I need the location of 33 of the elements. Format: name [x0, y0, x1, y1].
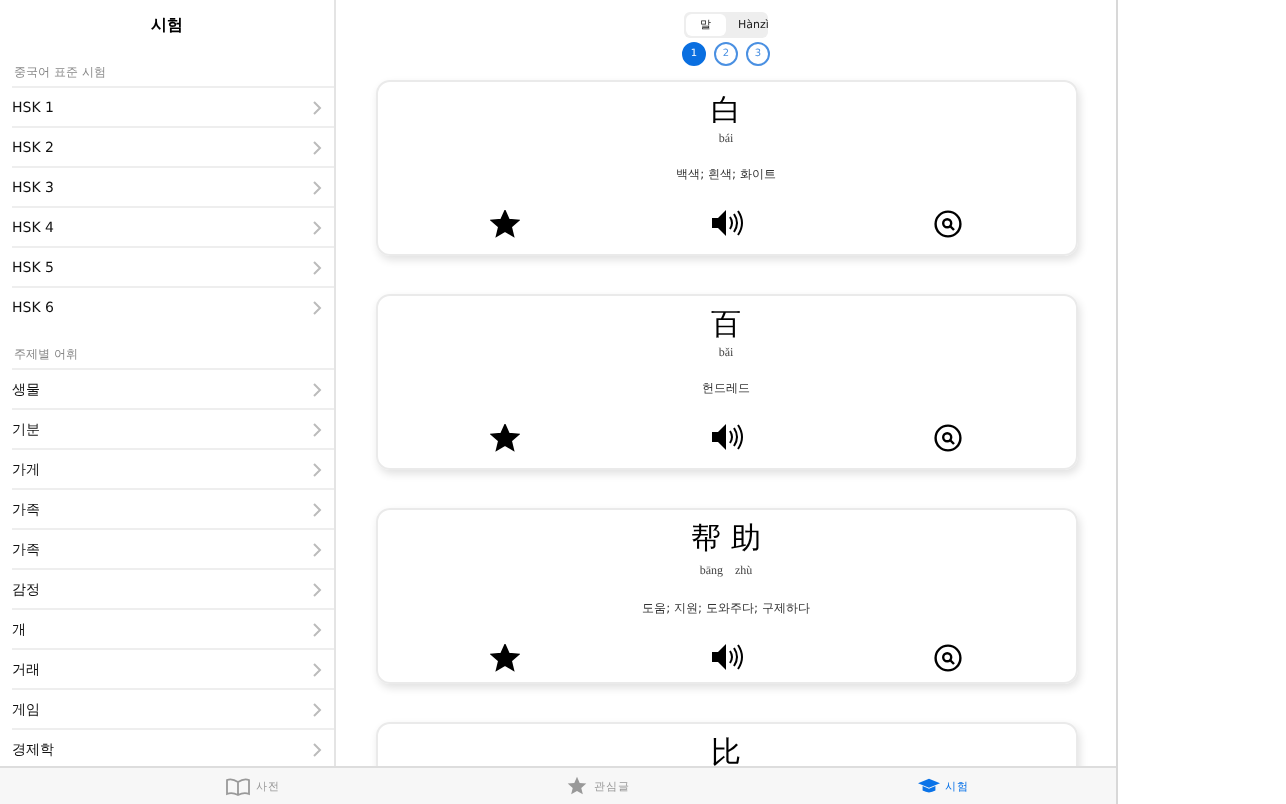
chevron-icon	[312, 581, 322, 597]
chevron-icon	[312, 219, 322, 235]
speaker-icon[interactable]	[710, 642, 744, 672]
chevron-icon	[312, 661, 322, 677]
star-icon	[566, 776, 588, 796]
speaker-icon[interactable]	[710, 422, 744, 452]
chevron-icon	[312, 701, 322, 717]
chevron-icon	[312, 621, 322, 637]
chevron-icon	[312, 461, 322, 477]
chevron-icon	[312, 299, 322, 315]
chevron-icon	[312, 139, 322, 155]
hanzi-text: 比	[711, 734, 741, 766]
search-icon[interactable]	[934, 423, 962, 451]
chevron-icon	[312, 741, 322, 757]
graduation-cap-icon	[917, 778, 940, 794]
chevron-icon	[312, 501, 322, 517]
chevron-icon	[312, 421, 322, 437]
chevron-icon	[312, 179, 322, 195]
speaker-icon[interactable]	[710, 208, 744, 238]
star-icon[interactable]	[490, 209, 520, 237]
chevron-icon	[312, 541, 322, 557]
chevron-icon	[312, 99, 322, 115]
search-icon[interactable]	[934, 209, 962, 237]
hanzi-text: 百	[711, 306, 741, 342]
chevron-icon	[312, 381, 322, 397]
hanzi-text: 白	[711, 92, 741, 128]
hanzi-text: 帮 助	[691, 520, 761, 556]
book-icon	[225, 777, 250, 795]
star-icon[interactable]	[490, 643, 520, 671]
star-icon[interactable]	[490, 423, 520, 451]
chevron-icon	[312, 259, 322, 275]
search-icon[interactable]	[934, 643, 962, 671]
sidebar-title: 시험	[149, 14, 185, 38]
